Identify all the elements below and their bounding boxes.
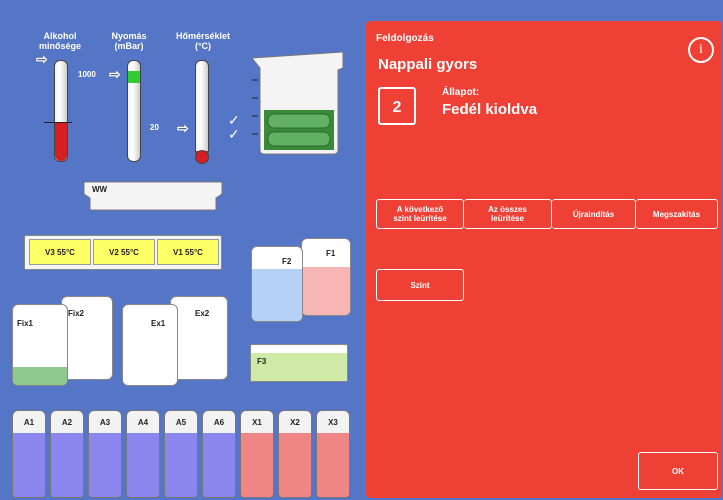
waste-label: WW <box>92 185 108 194</box>
abort-button[interactable]: Megszakítás <box>636 199 718 229</box>
alcohol-pointer-icon: ⇨ <box>36 51 48 67</box>
pressure-label: Nyomás (mBar) <box>111 31 147 51</box>
retort-chamber <box>250 50 345 155</box>
alcohol-quality-gauge <box>54 60 68 162</box>
container-f1: F1 <box>301 238 351 316</box>
container-fix1: Fix1 <box>12 304 68 386</box>
container-f2: F2 <box>251 246 303 322</box>
reagent-x2: X2 <box>278 410 312 498</box>
wax-bath-v3: V3 55°C <box>29 239 91 265</box>
reagent-a6-label: A6 <box>213 418 225 427</box>
reagent-a2-label: A2 <box>61 418 73 427</box>
container-f3-label: F3 <box>257 357 267 366</box>
temperature-label: Hőmérséklet (°C) <box>175 31 231 51</box>
temperature-bulb <box>195 150 209 164</box>
reagent-a3: A3 <box>88 410 122 498</box>
pressure-pointer-icon: ⇨ <box>109 66 121 82</box>
wax-bath-v2: V2 55°C <box>93 239 155 265</box>
restart-button[interactable]: Újraindítás <box>552 199 636 229</box>
reagent-x1: X1 <box>240 410 274 498</box>
pressure-value: 1000 <box>78 70 96 79</box>
temperature-value: 20 <box>150 123 159 132</box>
reagent-x3: X3 <box>316 410 350 498</box>
container-ex2: Ex2 <box>170 296 228 380</box>
container-ex1: Ex1 <box>122 304 178 386</box>
reagent-a4-label: A4 <box>137 418 149 427</box>
container-f2-label: F2 <box>282 257 292 266</box>
drain-all-button[interactable]: Az összes leürítése <box>464 199 552 229</box>
wax-bath-v1: V1 55°C <box>157 239 219 265</box>
info-icon[interactable]: i <box>688 37 714 63</box>
panel-section-title: Feldolgozás <box>376 33 434 44</box>
temperature-pointer-icon: ⇨ <box>177 120 189 136</box>
status-value: Fedél kioldva <box>442 101 538 118</box>
status-label: Állapot: <box>442 87 480 98</box>
reagent-a1-label: A1 <box>23 418 35 427</box>
waste-container: WW <box>82 180 224 212</box>
pressure-gauge <box>127 60 141 162</box>
container-fix2: Fix2 <box>61 296 113 380</box>
ok-button[interactable]: OK <box>638 452 718 490</box>
container-f1-label: F1 <box>326 249 336 258</box>
temperature-gauge <box>195 60 209 156</box>
drain-next-level-button[interactable]: A következő szint leürítése <box>376 199 464 229</box>
reagent-a5-label: A5 <box>175 418 187 427</box>
reagent-x3-label: X3 <box>328 418 338 427</box>
processing-panel: Feldolgozás i Nappali gyors 2 Állapot: F… <box>366 21 722 498</box>
container-ex1-label: Ex1 <box>151 319 166 328</box>
level-button[interactable]: Szint <box>376 269 464 301</box>
container-ex2-label: Ex2 <box>195 309 210 318</box>
reagent-x2-label: X2 <box>290 418 300 427</box>
step-number: 2 <box>378 87 416 125</box>
alcohol-threshold-line <box>44 122 72 123</box>
container-fix1-label: Fix1 <box>17 319 34 328</box>
reagent-a4: A4 <box>126 410 160 498</box>
alcohol-quality-label: Alkohol minősége <box>38 31 81 51</box>
reagent-x1-label: X1 <box>252 418 262 427</box>
reagent-a2: A2 <box>50 410 84 498</box>
reagent-a3-label: A3 <box>99 418 111 427</box>
protocol-name: Nappali gyors <box>378 56 478 73</box>
container-fix2-label: Fix2 <box>68 309 85 318</box>
reagent-a5: A5 <box>164 410 198 498</box>
reagent-a6: A6 <box>202 410 236 498</box>
level-check-icon: ✓ <box>228 126 240 142</box>
container-f3: F3 <box>250 344 348 382</box>
reagent-a1: A1 <box>12 410 46 498</box>
